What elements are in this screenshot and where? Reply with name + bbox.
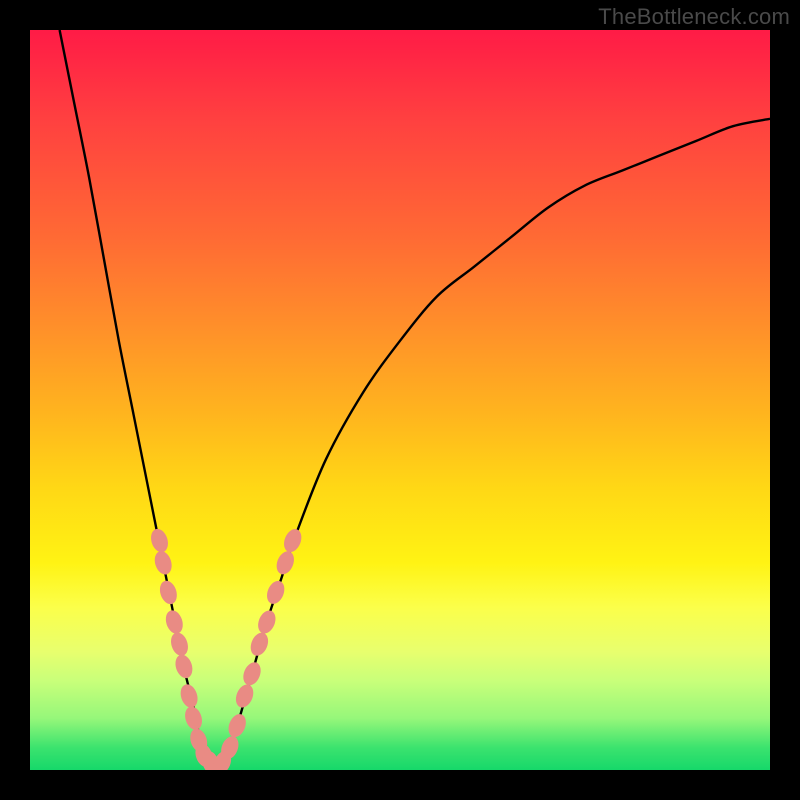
curve-right (222, 119, 770, 770)
curve-marker (273, 549, 297, 577)
curve-marker (173, 653, 196, 681)
curve-marker (148, 527, 171, 555)
curve-marker (225, 711, 249, 739)
curve-marker (264, 578, 288, 606)
curve-marker (247, 630, 271, 658)
curve-marker (182, 704, 205, 732)
curve-marker (233, 682, 257, 710)
watermark-text: TheBottleneck.com (598, 4, 790, 30)
plot-area (30, 30, 770, 770)
chart-stage: TheBottleneck.com (0, 0, 800, 800)
curve-markers (148, 526, 304, 770)
curve-marker (240, 660, 264, 688)
curve-marker (157, 579, 180, 607)
curve-marker (168, 630, 191, 658)
curve-marker (163, 608, 186, 636)
curve-layer (30, 30, 770, 770)
curve-marker (178, 682, 201, 710)
curve-marker (281, 526, 305, 554)
curve-marker (255, 608, 279, 636)
curve-marker (152, 549, 175, 577)
